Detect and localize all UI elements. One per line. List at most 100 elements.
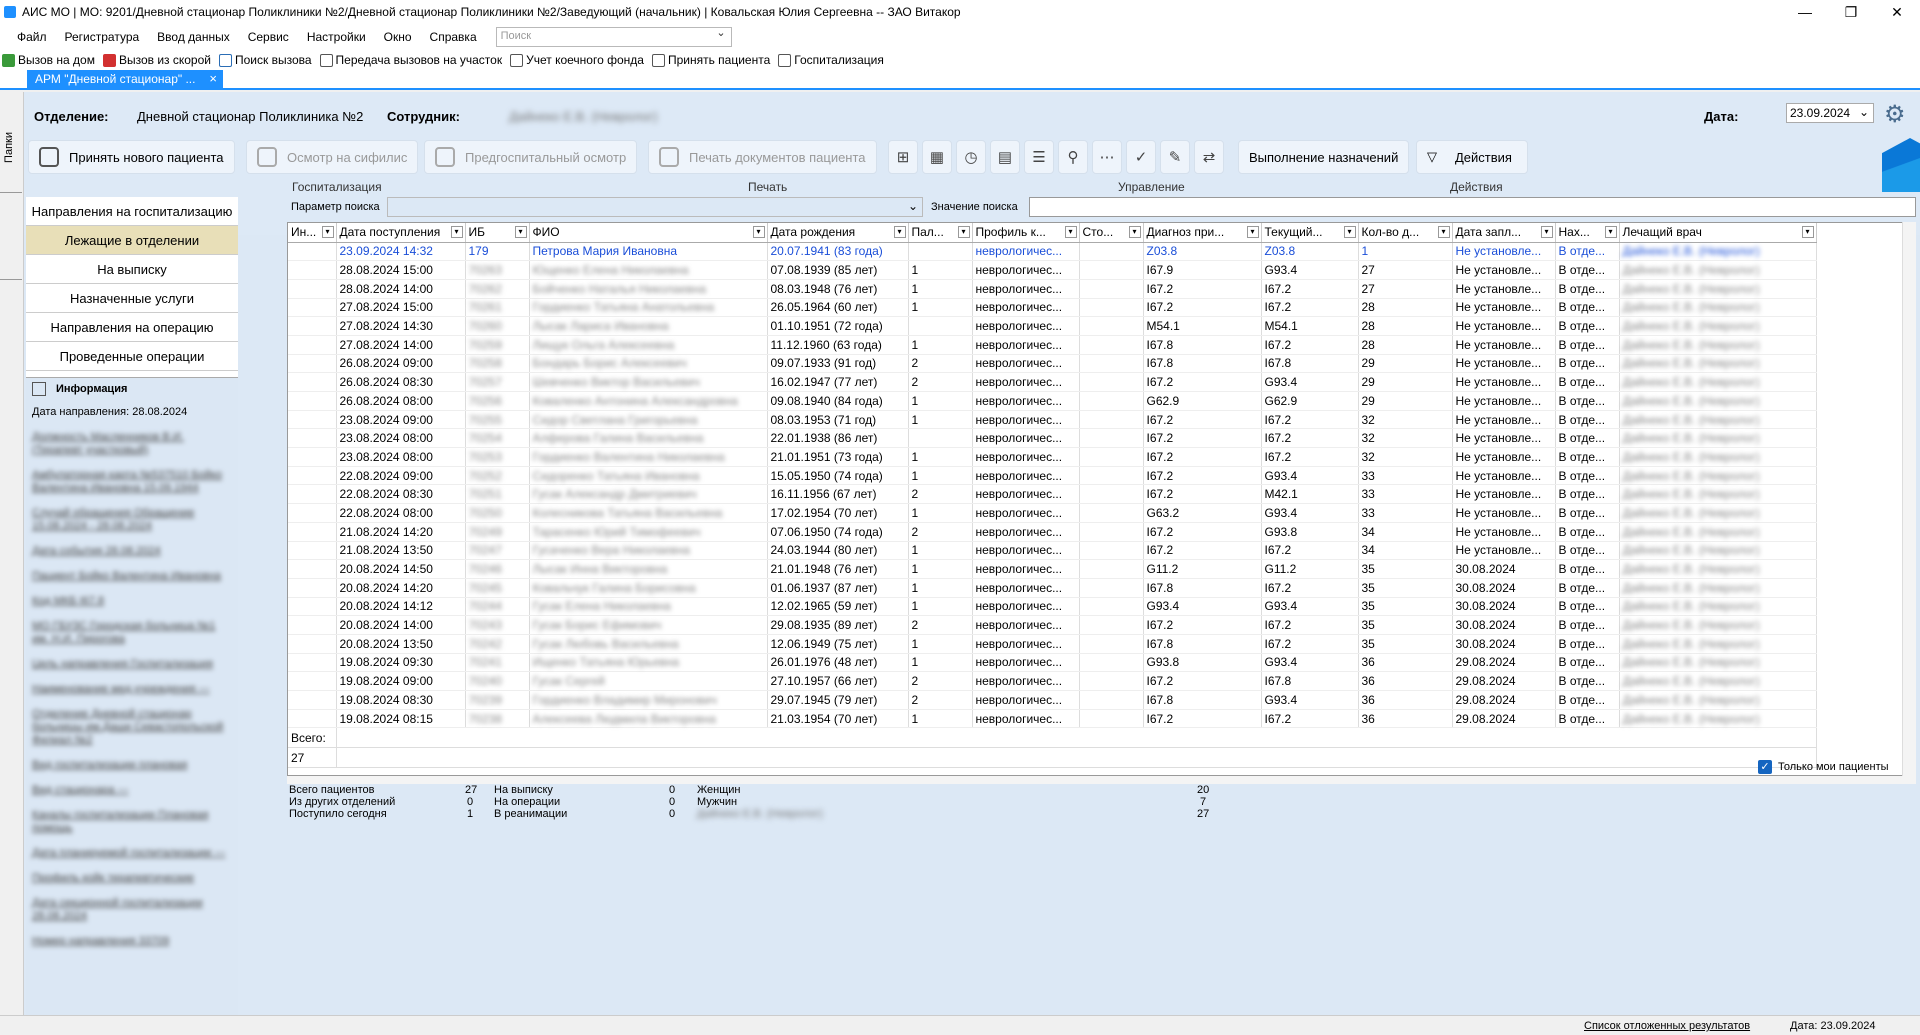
print-documents-button[interactable]: Печать документов пациента bbox=[648, 140, 877, 174]
search-value-input[interactable] bbox=[1029, 197, 1916, 217]
date-picker[interactable]: 23.09.2024 ⌄ bbox=[1786, 103, 1874, 123]
accept-patient-button[interactable]: Принять пациента bbox=[651, 53, 770, 67]
table-row[interactable]: 23.08.2024 08:00 70254 Алферова Галина Вас… bbox=[288, 428, 1817, 449]
minimize-button[interactable]: — bbox=[1782, 0, 1828, 24]
info-line[interactable]: Дата планируемой госпитализации --- bbox=[32, 847, 232, 860]
new-patient-button[interactable]: Принять нового пациента bbox=[28, 140, 235, 174]
tab-arm-day-hospital[interactable]: АРМ "Дневной стационар" ... × bbox=[27, 70, 223, 88]
calendar-icon[interactable]: ▦ bbox=[922, 140, 952, 174]
table-row[interactable]: 28.08.2024 14:00 70262 Бойченко Наталья Ни… bbox=[288, 279, 1817, 299]
info-line[interactable]: Цель направления Госпитализация bbox=[32, 658, 232, 671]
only-my-patients-checkbox[interactable]: ✓ Только мои пациенты bbox=[1758, 760, 1889, 774]
more-icon[interactable]: ⋯ bbox=[1092, 140, 1122, 174]
filter-dropdown-icon[interactable]: ▾ bbox=[1343, 226, 1356, 238]
column-header-9[interactable]: Текущий... ▾ bbox=[1261, 223, 1359, 243]
info-line[interactable]: Номер направления 33709 bbox=[32, 935, 232, 948]
filter-dropdown-icon[interactable]: ▾ bbox=[1064, 226, 1077, 238]
column-header-5[interactable]: Пал... ▾ bbox=[908, 223, 973, 243]
table-row[interactable]: 26.08.2024 08:00 70256 Коваленко Антонина … bbox=[288, 391, 1817, 411]
column-header-1[interactable]: Дата поступления ▾ bbox=[336, 223, 466, 243]
info-line[interactable]: Код МКБ I67.8 bbox=[32, 595, 232, 608]
ambulance-call-button[interactable]: Вызов из скорой bbox=[102, 53, 211, 67]
hospitalization-button[interactable]: Госпитализация bbox=[778, 53, 884, 67]
filter-dropdown-icon[interactable]: ▾ bbox=[1128, 226, 1141, 238]
maximize-button[interactable]: ❐ bbox=[1828, 0, 1874, 24]
menu-settings[interactable]: Настройки bbox=[298, 30, 375, 44]
filter-dropdown-icon[interactable]: ▾ bbox=[450, 226, 463, 238]
column-header-4[interactable]: Дата рождения ▾ bbox=[767, 223, 909, 243]
search-param-select[interactable]: ⌄ bbox=[387, 197, 923, 217]
table-row[interactable]: 23.08.2024 09:00 70255 Сидор Светлана Григ… bbox=[288, 410, 1817, 430]
prehosp-exam-button[interactable]: Предгоспитальный осмотр bbox=[424, 140, 638, 174]
filter-dropdown-icon[interactable]: ▾ bbox=[1246, 226, 1259, 238]
table-row[interactable]: 23.09.2024 14:32 179 Петрова Мария Ивановн… bbox=[288, 242, 1817, 262]
table-row[interactable]: 22.08.2024 08:30 70251 Гусак Александр Дми… bbox=[288, 484, 1817, 505]
user-settings-icon[interactable]: ⚲ bbox=[1058, 140, 1088, 174]
column-header-13[interactable]: Лечащий врач ▾ bbox=[1619, 223, 1817, 243]
info-line[interactable]: Должность Масленников В.И. (Терапевт уча… bbox=[32, 431, 232, 457]
table-row[interactable]: 27.08.2024 14:00 70259 Лищук Ольга Алексее… bbox=[288, 335, 1817, 355]
column-header-12[interactable]: Нах... ▾ bbox=[1555, 223, 1620, 243]
filter-dropdown-icon[interactable]: ▾ bbox=[321, 226, 334, 238]
filter-dropdown-icon[interactable]: ▾ bbox=[1437, 226, 1450, 238]
table-row[interactable]: 26.08.2024 09:00 70258 Бондарь Борис Алекс… bbox=[288, 354, 1817, 374]
table-row[interactable]: 22.08.2024 08:00 70250 Колесникова Татьяна… bbox=[288, 503, 1817, 523]
nav-operations[interactable]: Проведенные операции bbox=[26, 342, 238, 371]
column-header-11[interactable]: Дата запл... ▾ bbox=[1452, 223, 1556, 243]
table-row[interactable]: 20.08.2024 14:12 70244 Гусак Елена Николае… bbox=[288, 597, 1817, 617]
column-header-8[interactable]: Диагноз при... ▾ bbox=[1143, 223, 1262, 243]
info-line[interactable]: Профиль койк терапевтические bbox=[32, 872, 232, 885]
column-header-2[interactable]: ИБ ▾ bbox=[465, 223, 530, 243]
clipboard-user-icon[interactable]: ▤ bbox=[990, 140, 1020, 174]
nav-discharge[interactable]: На выписку bbox=[26, 255, 238, 284]
info-line[interactable]: Случай обращения Обращение 15.08.2024 - … bbox=[32, 507, 232, 533]
info-line[interactable]: Дата события 28.08.2024 bbox=[32, 545, 232, 558]
filter-dropdown-icon[interactable]: ▾ bbox=[893, 226, 906, 238]
clipboard-list-icon[interactable]: ☰ bbox=[1024, 140, 1054, 174]
column-header-3[interactable]: ФИО ▾ bbox=[529, 223, 768, 243]
table-row[interactable]: 27.08.2024 14:30 70260 Лысак Лариса Иванов… bbox=[288, 316, 1817, 336]
gear-icon[interactable]: ⚙ bbox=[1884, 100, 1906, 129]
table-row[interactable]: 20.08.2024 14:50 70246 Лысак Инна Викторов… bbox=[288, 559, 1817, 579]
table-row[interactable]: 19.08.2024 08:30 70239 Гордиенко Владимир … bbox=[288, 690, 1817, 710]
menu-window[interactable]: Окно bbox=[375, 30, 421, 44]
table-row[interactable]: 22.08.2024 09:00 70252 Сидоренко Татьяна И… bbox=[288, 466, 1817, 486]
info-line[interactable]: Амбулаторная карта №537510 Бойко Валенти… bbox=[32, 469, 232, 495]
info-line[interactable]: Дата секционной госпитализации 28.08.202… bbox=[32, 897, 232, 923]
column-header-6[interactable]: Профиль к... ▾ bbox=[972, 223, 1080, 243]
document-add-icon[interactable]: ⊞ bbox=[888, 140, 918, 174]
menu-search-input[interactable]: Поиск bbox=[495, 26, 732, 47]
grid-vertical-scrollbar[interactable] bbox=[1902, 222, 1916, 776]
menu-service[interactable]: Сервис bbox=[239, 30, 298, 44]
menu-registry[interactable]: Регистратура bbox=[56, 30, 149, 44]
table-row[interactable]: 20.08.2024 14:00 70243 Гусак Борис Ефимови… bbox=[288, 615, 1817, 635]
clipboard-move-icon[interactable]: ⇄ bbox=[1194, 140, 1224, 174]
filter-dropdown-icon[interactable]: ▾ bbox=[752, 226, 765, 238]
table-row[interactable]: 19.08.2024 09:30 70241 Ищенко Татьяна Юрье… bbox=[288, 653, 1817, 673]
menu-help[interactable]: Справка bbox=[421, 30, 486, 44]
info-line[interactable]: Каналы госпитализации Плановая помощь bbox=[32, 809, 232, 835]
deferred-results-link[interactable]: Список отложенных результатов bbox=[1584, 1020, 1750, 1032]
info-line[interactable]: Вид стационара --- bbox=[32, 784, 232, 797]
actions-button[interactable]: ▽ Действия bbox=[1416, 140, 1528, 174]
info-line[interactable]: Пациент Бойко Валентина Ивановна bbox=[32, 570, 232, 583]
filter-dropdown-icon[interactable]: ▾ bbox=[1540, 226, 1553, 238]
filter-dropdown-icon[interactable]: ▾ bbox=[1801, 226, 1814, 238]
info-line[interactable]: Наименование мед.учреждения --- bbox=[32, 683, 232, 696]
home-call-button[interactable]: Вызов на дом bbox=[2, 53, 95, 67]
table-row[interactable]: 19.08.2024 08:15 70238 Алексеева Людмила В… bbox=[288, 709, 1817, 729]
search-call-button[interactable]: Поиск вызова bbox=[218, 53, 312, 67]
filter-dropdown-icon[interactable]: ▾ bbox=[957, 226, 970, 238]
filter-dropdown-icon[interactable]: ▾ bbox=[1604, 226, 1617, 238]
document-clock-icon[interactable]: ◷ bbox=[956, 140, 986, 174]
menu-data-entry[interactable]: Ввод данных bbox=[148, 30, 239, 44]
close-button[interactable]: ✕ bbox=[1874, 0, 1920, 24]
appointments-button[interactable]: Выполнение назначений bbox=[1238, 140, 1410, 174]
table-row[interactable]: 23.08.2024 08:00 70253 Гордиенко Валентина… bbox=[288, 447, 1817, 467]
info-line[interactable]: Вид госпитализации плановая bbox=[32, 759, 232, 772]
nav-inpatients[interactable]: Лежащие в отделении bbox=[26, 226, 238, 255]
table-row[interactable]: 20.08.2024 13:50 70242 Гусак Любовь Василь… bbox=[288, 634, 1817, 654]
table-row[interactable]: 28.08.2024 15:00 70263 Ющенко Елена Никола… bbox=[288, 260, 1817, 280]
nav-surgery-referrals[interactable]: Направления на операцию bbox=[26, 313, 238, 342]
nav-hosp-referrals[interactable]: Направления на госпитализацию bbox=[26, 197, 238, 226]
